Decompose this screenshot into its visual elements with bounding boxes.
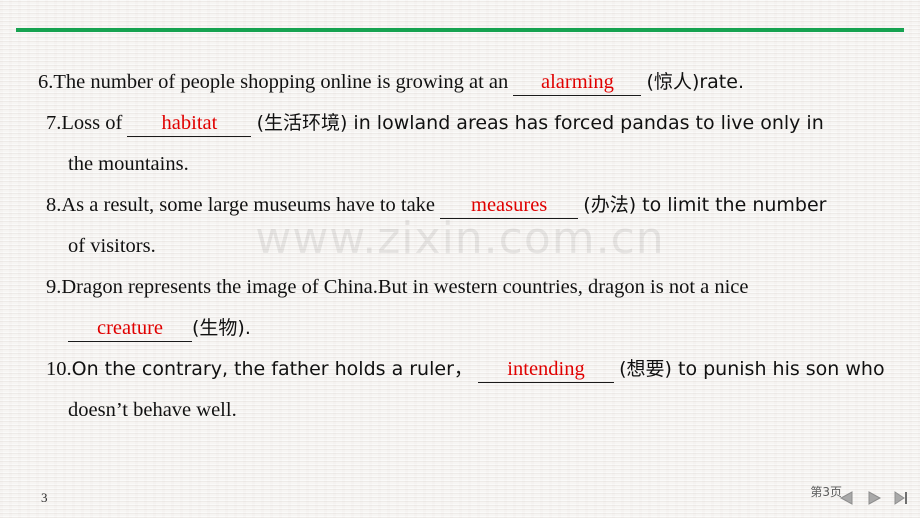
question-item-7: 7.Loss of habitat (生活环境) in lowland area… [46, 103, 886, 185]
navigation-buttons [836, 488, 912, 508]
question-text-after-10: (想要) to punish his son who [619, 358, 885, 380]
question-item-9: 9.Dragon represents the image of China.B… [46, 267, 886, 349]
question-text-before-7: Loss of [61, 112, 123, 134]
question-text-before-10: On the contrary, the father holds a rule… [71, 358, 473, 380]
question-text-before-6: The number of people shopping online is … [53, 71, 509, 93]
answer-blank-6[interactable]: alarming [513, 71, 642, 96]
question-continuation-8: of visitors. [68, 235, 156, 257]
question-number-6: 6. [38, 71, 54, 93]
question-text-after-6: (惊人)rate. [646, 71, 744, 93]
answer-blank-9[interactable]: creature [68, 317, 192, 342]
answer-blank-10[interactable]: intending [478, 358, 615, 383]
question-text-after-9: (生物). [192, 317, 251, 339]
question-number-7: 7. [46, 112, 62, 134]
question-text-before-8: As a result, some large museums have to … [61, 194, 436, 216]
question-item-10: 10.On the contrary, the father holds a r… [46, 349, 886, 431]
next-slide-icon[interactable] [863, 488, 885, 508]
question-continuation-7: the mountains. [68, 153, 189, 175]
question-continuation-10: doesn’t behave well. [68, 399, 237, 421]
question-number-9: 9. [46, 276, 62, 298]
footer-navigation: 第3页 [810, 483, 912, 512]
question-item-6: 6.The number of people shopping online i… [38, 62, 886, 103]
question-text-after-7: (生活环境) in lowland areas has forced panda… [256, 112, 824, 134]
answer-blank-7[interactable]: habitat [127, 112, 252, 137]
question-number-8: 8. [46, 194, 62, 216]
last-slide-icon[interactable] [890, 488, 912, 508]
previous-slide-icon[interactable] [836, 488, 858, 508]
slide-content: 6.The number of people shopping online i… [38, 62, 886, 431]
question-number-10: 10. [46, 358, 72, 380]
slide-number: 3 [41, 490, 48, 505]
question-answer-line-9: creature (生物). [68, 308, 886, 349]
answer-blank-8[interactable]: measures [440, 194, 579, 219]
accent-divider-line [16, 28, 904, 32]
question-text-before-9: Dragon represents the image of China.But… [61, 276, 749, 298]
question-item-8: 8.As a result, some large museums have t… [46, 185, 886, 267]
question-text-after-8: (办法) to limit the number [583, 194, 827, 216]
presentation-slide: www.zixin.com.cn 6.The number of people … [0, 0, 920, 518]
